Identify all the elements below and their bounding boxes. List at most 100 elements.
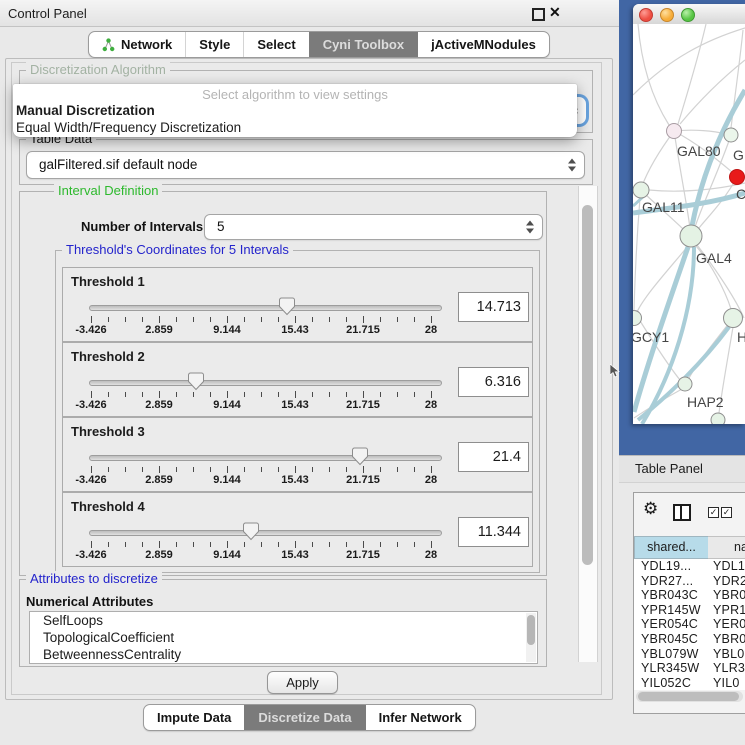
cell-shared-name[interactable]: YDL19... bbox=[641, 559, 691, 574]
network-node-c[interactable] bbox=[730, 170, 745, 185]
number-of-intervals-combobox[interactable]: 5 bbox=[204, 214, 543, 240]
slider-track[interactable] bbox=[89, 530, 442, 536]
cell-name[interactable]: YDR2 bbox=[713, 574, 745, 589]
tab-impute-data[interactable]: Impute Data bbox=[144, 705, 244, 730]
table-row[interactable]: YBR043C YBR0 bbox=[634, 588, 745, 603]
numerical-attributes-list[interactable]: SelfLoopsTopologicalCoefficientBetweenne… bbox=[29, 611, 538, 664]
slider-tick bbox=[244, 467, 245, 472]
cell-name[interactable]: YLR3 bbox=[713, 661, 745, 676]
tab-cyni-toolbox[interactable]: Cyni Toolbox bbox=[309, 32, 417, 57]
cell-shared-name[interactable]: YER054C bbox=[641, 617, 698, 632]
scrollbar-thumb[interactable] bbox=[527, 615, 535, 645]
cell-name[interactable]: YBR0 bbox=[713, 632, 745, 647]
threshold-value-field[interactable]: 21.4 bbox=[458, 442, 529, 472]
dropdown-option[interactable]: Equal Width/Frequency Discretization bbox=[16, 120, 241, 135]
network-edge[interactable] bbox=[642, 131, 674, 186]
network-edge[interactable] bbox=[638, 24, 669, 125]
slider-thumb[interactable] bbox=[243, 522, 259, 541]
cell-name[interactable]: YDL1 bbox=[713, 559, 745, 574]
network-edge[interactable] bbox=[637, 316, 680, 380]
apply-button[interactable]: Apply bbox=[267, 671, 338, 694]
checkbox-icon[interactable]: ✓ bbox=[708, 507, 719, 518]
slider-tick bbox=[397, 467, 398, 472]
tab-select[interactable]: Select bbox=[243, 32, 308, 57]
tab-discretize-data[interactable]: Discretize Data bbox=[244, 705, 364, 730]
table-row[interactable]: YLR345W YLR3 bbox=[634, 661, 745, 676]
network-window-titlebar[interactable] bbox=[633, 4, 745, 25]
float-window-icon[interactable] bbox=[532, 8, 545, 21]
network-node-hap2[interactable] bbox=[678, 377, 692, 391]
tab-label: Cyni Toolbox bbox=[323, 37, 404, 52]
network-node-gal4[interactable] bbox=[680, 225, 702, 247]
network-edge[interactable] bbox=[678, 24, 706, 124]
control-panel-titlebar: Control Panel ✕ bbox=[0, 0, 619, 27]
checkbox-icon[interactable]: ✓ bbox=[721, 507, 732, 518]
network-node-h[interactable] bbox=[724, 309, 743, 328]
cell-name[interactable]: YPR1 bbox=[713, 603, 745, 618]
column-header-name[interactable]: na bbox=[708, 536, 745, 559]
table-row[interactable]: YDL19... YDL1 bbox=[634, 559, 745, 574]
cell-shared-name[interactable]: YLR345W bbox=[641, 661, 699, 676]
cell-shared-name[interactable]: YBR043C bbox=[641, 588, 698, 603]
list-item[interactable]: SelfLoops bbox=[30, 612, 537, 629]
scrollbar-thumb[interactable] bbox=[582, 205, 593, 565]
table-row[interactable]: YBR045C YBR0 bbox=[634, 632, 745, 647]
cell-name[interactable]: YBR0 bbox=[713, 588, 745, 603]
tab-infer-network[interactable]: Infer Network bbox=[365, 705, 475, 730]
tab-style[interactable]: Style bbox=[185, 32, 243, 57]
table-row[interactable]: YIL052C YIL0 bbox=[634, 676, 745, 691]
tab-network[interactable]: Network bbox=[89, 32, 185, 57]
minimize-traffic-light-icon[interactable] bbox=[660, 8, 674, 22]
slider-thumb[interactable] bbox=[279, 297, 295, 316]
column-header-shared-name[interactable]: shared... bbox=[634, 536, 709, 559]
network-node-gal80[interactable] bbox=[667, 124, 682, 139]
cell-shared-name[interactable]: YBR045C bbox=[641, 632, 698, 647]
cell-name[interactable]: YER0 bbox=[713, 617, 745, 632]
settings-gear-icon[interactable]: ⚙ bbox=[643, 499, 658, 519]
scrollbar-thumb[interactable] bbox=[638, 692, 739, 701]
network-node-gal11[interactable] bbox=[633, 182, 649, 198]
network-canvas[interactable]: GAL80GCGAL11GAL4GCY1HHAP2 bbox=[633, 24, 745, 424]
group-title: Attributes to discretize bbox=[26, 571, 162, 586]
threshold-value-field[interactable]: 6.316 bbox=[458, 367, 529, 397]
slider-track[interactable] bbox=[89, 305, 442, 311]
table-row[interactable]: YDR27... YDR2 bbox=[634, 574, 745, 589]
vertical-scrollbar[interactable] bbox=[578, 186, 598, 662]
slider-scale-label: 21.715 bbox=[331, 474, 395, 486]
network-node-gcy1[interactable] bbox=[633, 311, 642, 326]
list-item[interactable]: BetweennessCentrality bbox=[30, 646, 537, 663]
tab-jactivemnodules[interactable]: jActiveMNodules bbox=[417, 32, 549, 57]
network-edge[interactable] bbox=[637, 246, 688, 312]
tab-label: Style bbox=[199, 37, 230, 52]
cell-shared-name[interactable]: YDR27... bbox=[641, 574, 693, 589]
dropdown-option[interactable]: Manual Discretization bbox=[16, 103, 155, 118]
cell-name[interactable]: YBL0 bbox=[713, 647, 744, 662]
table-row[interactable]: YER054C YER0 bbox=[634, 617, 745, 632]
network-node-g[interactable] bbox=[724, 128, 738, 142]
slider-tick bbox=[159, 391, 160, 398]
cell-shared-name[interactable]: YBL079W bbox=[641, 647, 699, 662]
network-graph[interactable]: GAL80GCGAL11GAL4GCY1HHAP2 bbox=[633, 24, 745, 424]
close-icon[interactable]: ✕ bbox=[549, 4, 561, 21]
threshold-value-field[interactable]: 14.713 bbox=[458, 292, 529, 322]
table-row[interactable]: YPR145W YPR1 bbox=[634, 603, 745, 618]
slider-tick bbox=[329, 317, 330, 322]
zoom-traffic-light-icon[interactable] bbox=[681, 8, 695, 22]
slider-thumb[interactable] bbox=[352, 447, 368, 466]
slider-track[interactable] bbox=[89, 455, 442, 461]
threshold-label: Threshold 3 bbox=[71, 424, 145, 439]
cell-name[interactable]: YIL0 bbox=[713, 676, 740, 691]
horizontal-scrollbar[interactable] bbox=[636, 691, 743, 702]
list-scrollbar[interactable] bbox=[526, 613, 536, 662]
table-data-combobox[interactable]: galFiltered.sif default node bbox=[26, 151, 585, 179]
cell-shared-name[interactable]: YIL052C bbox=[641, 676, 691, 691]
table-row[interactable]: YBL079W YBL0 bbox=[634, 647, 745, 662]
network-node[interactable] bbox=[711, 413, 725, 424]
close-traffic-light-icon[interactable] bbox=[639, 8, 653, 22]
threshold-value-field[interactable]: 11.344 bbox=[458, 517, 529, 547]
list-item[interactable]: TopologicalCoefficient bbox=[30, 629, 537, 646]
split-columns-icon[interactable] bbox=[673, 504, 691, 521]
slider-thumb[interactable] bbox=[188, 372, 204, 391]
cell-shared-name[interactable]: YPR145W bbox=[641, 603, 701, 618]
slider-track[interactable] bbox=[89, 380, 442, 386]
